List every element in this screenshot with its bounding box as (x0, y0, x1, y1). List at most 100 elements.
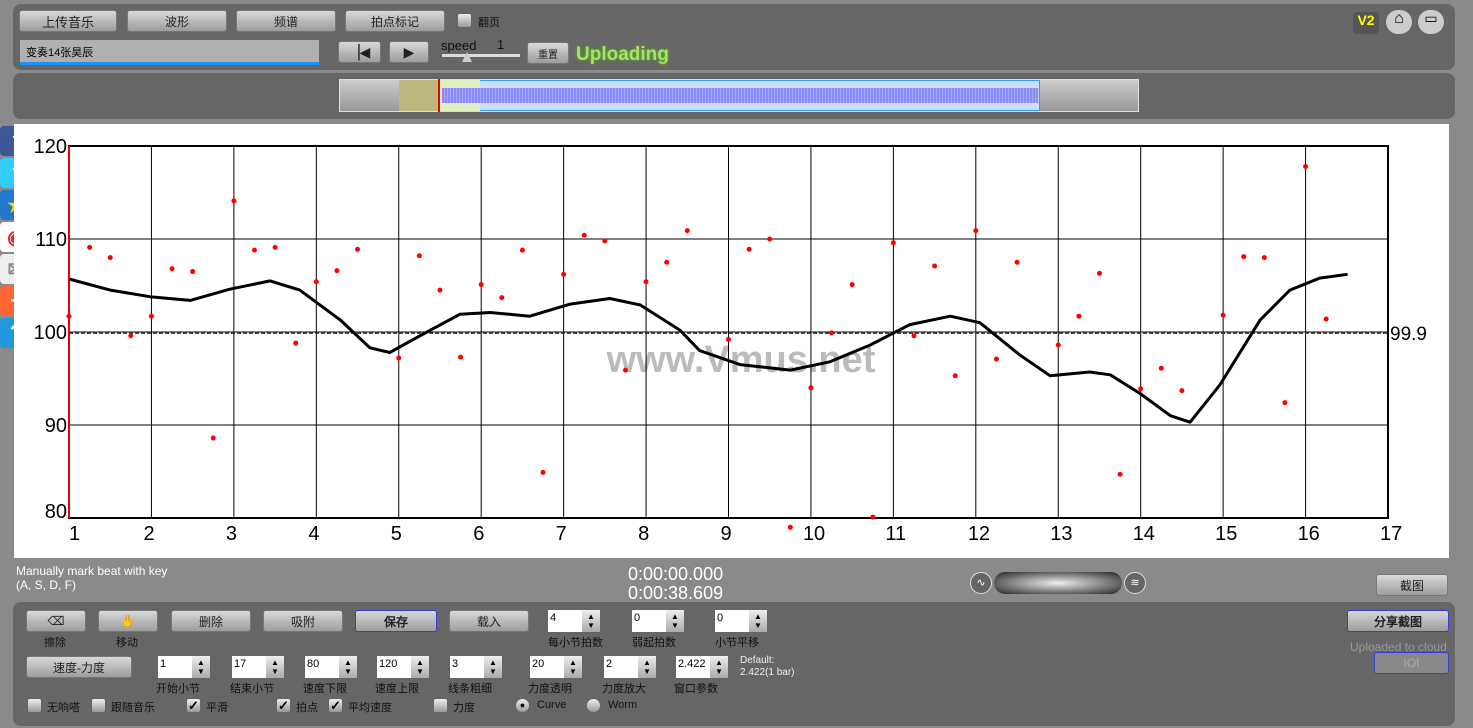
spinner-5[interactable]: 80 ▲ ▼ (305, 656, 357, 678)
spinner-0[interactable]: 4 ▲ ▼ (548, 610, 600, 632)
spinner-arrows-icon[interactable]: ▲ ▼ (484, 656, 502, 678)
spinner-8[interactable]: 20 ▲ ▼ (530, 656, 582, 678)
screen-icon[interactable]: ▭ (1418, 10, 1444, 34)
spinner-value[interactable]: 80 (305, 656, 339, 678)
save-button[interactable]: 保存 (355, 610, 437, 632)
screenshot-button[interactable]: 截图 (1376, 574, 1448, 596)
spinner-arrows-icon[interactable]: ▲ ▼ (411, 656, 429, 678)
radio-0[interactable]: ● (516, 699, 529, 712)
checkbox-1[interactable] (92, 699, 105, 712)
spinner-arrows-icon[interactable]: ▲ ▼ (192, 656, 210, 678)
checkbox-2[interactable]: ✓ (187, 699, 200, 712)
radio-label: Curve (537, 699, 567, 711)
beat-point (952, 373, 958, 379)
spinner-arrows-icon[interactable]: ▲ ▼ (666, 610, 684, 632)
beat-point (1303, 163, 1309, 169)
spinner-1[interactable]: 0 ▲ ▼ (632, 610, 684, 632)
spinner-arrows-icon[interactable]: ▲ ▼ (710, 656, 728, 678)
spinner-arrows-icon[interactable]: ▲ ▼ (266, 656, 284, 678)
total-time: 0:00:38.609 (628, 583, 724, 603)
checkbox-4[interactable]: ✓ (329, 699, 342, 712)
spinner-2[interactable]: 0 ▲ ▼ (715, 610, 767, 632)
radio-1[interactable] (587, 699, 600, 712)
upload-music-button[interactable]: 上传音乐 (19, 10, 117, 32)
checkbox-3[interactable]: ✓ (277, 699, 290, 712)
spectrum-button[interactable]: 频谱 (236, 10, 336, 32)
beat-point (396, 355, 402, 361)
reset-button[interactable]: 重置 (527, 42, 569, 64)
spinner-arrows-icon[interactable]: ▲ ▼ (564, 656, 582, 678)
move-button[interactable]: ✋ (98, 610, 158, 632)
x-tick-label: 14 (1133, 523, 1155, 545)
spinner-6[interactable]: 120 ▲ ▼ (377, 656, 429, 678)
spinner-label: 开始小节 (156, 683, 200, 695)
x-tick-label: 13 (1050, 523, 1072, 545)
erase-button[interactable]: ⌫ (26, 610, 86, 632)
home-icon[interactable]: ⌂ (1386, 10, 1412, 34)
tempo-dynamics-button[interactable]: 速度-力度 (26, 656, 132, 678)
share-screenshot-button[interactable]: 分享截图 (1347, 610, 1449, 632)
beat-point (416, 253, 422, 259)
speed-slider[interactable] (442, 54, 520, 57)
beat-point (87, 244, 93, 250)
spinner-3[interactable]: 1 ▲ ▼ (158, 656, 210, 678)
playhead[interactable] (438, 79, 440, 112)
spinner-9[interactable]: 2 ▲ ▼ (604, 656, 656, 678)
waveform-overview[interactable] (339, 79, 1139, 112)
x-tick-label: 6 (473, 523, 484, 545)
spinner-value[interactable]: 4 (548, 610, 582, 632)
checkbox-label: 无响嗒 (47, 702, 80, 714)
spinner-arrows-icon[interactable]: ▲ ▼ (638, 656, 656, 678)
page-turn-checkbox[interactable] (458, 14, 471, 27)
snap-button[interactable]: 吸附 (263, 610, 343, 632)
spinner-4[interactable]: 17 ▲ ▼ (232, 656, 284, 678)
spinner-label: 线条粗细 (448, 683, 492, 695)
spinner-value[interactable]: 2 (604, 656, 638, 678)
spinner-value[interactable]: 3 (450, 656, 484, 678)
move-label: 移动 (116, 637, 138, 649)
spinner-value[interactable]: 1 (158, 656, 192, 678)
beat-point (148, 313, 154, 319)
spinner-value[interactable]: 17 (232, 656, 266, 678)
spinner-value[interactable]: 120 (377, 656, 411, 678)
y-tick-label: 90 (45, 415, 67, 437)
checkbox-0[interactable] (28, 699, 41, 712)
play-button[interactable]: ▶ (389, 41, 429, 63)
filename-input[interactable]: 变奏14张昊辰 (20, 40, 319, 65)
checkbox-5[interactable] (434, 699, 447, 712)
spinner-arrows-icon[interactable]: ▲ ▼ (339, 656, 357, 678)
beat-point (726, 336, 731, 342)
ioi-button[interactable]: IOI (1374, 652, 1449, 674)
wave-mode-icon[interactable]: ∿ (970, 572, 992, 594)
beat-point (1138, 386, 1144, 392)
eraser-icon: ⌫ (47, 614, 65, 628)
page-turn-label: 翻页 (478, 17, 500, 29)
hand-icon: ✋ (120, 614, 136, 628)
beat-point (746, 246, 752, 252)
skip-back-button[interactable]: ▕◀ (338, 41, 381, 63)
beat-point (581, 232, 587, 238)
erase-label: 擦除 (44, 637, 66, 649)
beat-point (1076, 313, 1082, 319)
checkbox-label: 平滑 (206, 702, 228, 714)
spinner-10[interactable]: 2.422 ▲ ▼ (676, 656, 728, 678)
spinner-value[interactable]: 20 (530, 656, 564, 678)
delete-button[interactable]: 删除 (171, 610, 251, 632)
v2-icon[interactable]: V2 (1353, 12, 1379, 34)
x-tick-label: 15 (1215, 523, 1237, 545)
spinner-value[interactable]: 0 (632, 610, 666, 632)
chart-area[interactable]: www.Vmus.net 1 2 3 4 5 6 7 8 9 10 11 12 13 14 15 16 17 80 9… (14, 124, 1449, 558)
spinner-7[interactable]: 3 ▲ ▼ (450, 656, 502, 678)
beat-mark-button[interactable]: 拍点标记 (345, 10, 445, 32)
spinner-value[interactable]: 0 (715, 610, 749, 632)
spinner-arrows-icon[interactable]: ▲ ▼ (749, 610, 767, 632)
spinner-arrows-icon[interactable]: ▲ ▼ (582, 610, 600, 632)
zoom-slider[interactable] (994, 572, 1122, 594)
load-button[interactable]: 载入 (449, 610, 529, 632)
spectrum-mode-icon[interactable]: ≋ (1124, 572, 1146, 594)
x-tick-label: 11 (885, 523, 906, 545)
checkbox-label: 跟随音乐 (111, 702, 155, 714)
waveform-button[interactable]: 波形 (127, 10, 227, 32)
spinner-value[interactable]: 2.422 (676, 656, 710, 678)
beat-point (643, 279, 649, 285)
